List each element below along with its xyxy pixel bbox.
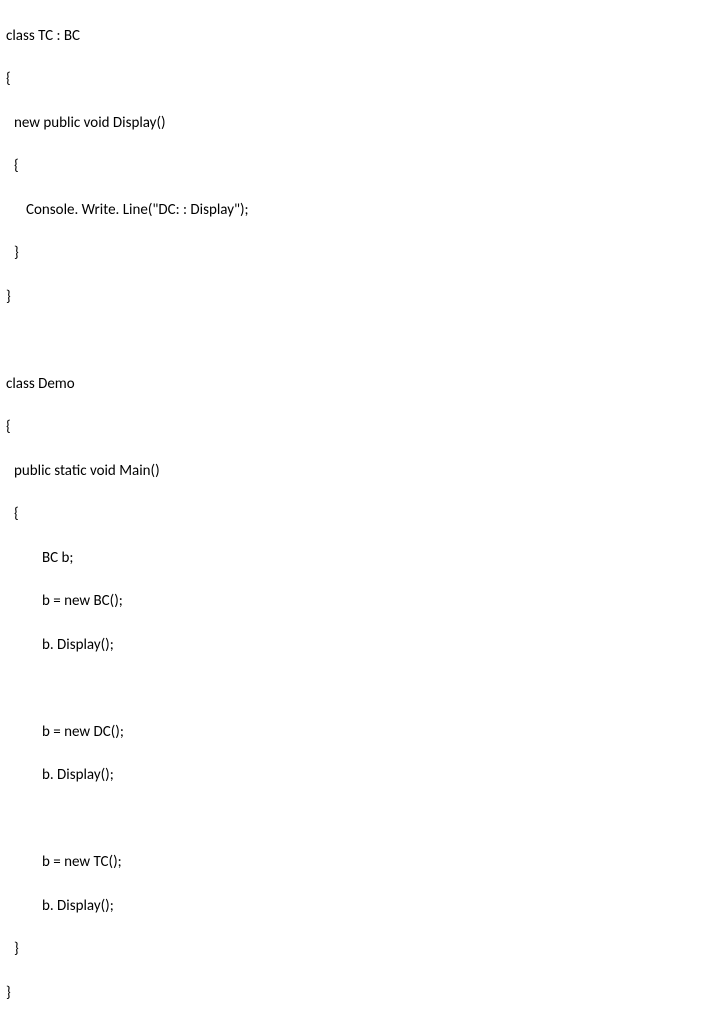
code-line: { (6, 156, 714, 178)
code-line: b = new BC(); (6, 591, 714, 613)
code-line: class TC : BC (6, 26, 714, 48)
blank-line (6, 678, 714, 700)
blank-line (6, 809, 714, 831)
code-line: } (6, 939, 714, 961)
code-line: Console. Write. Line("DC: : Display"); (6, 200, 714, 222)
code-line: b. Display(); (6, 635, 714, 657)
code-line: b = new TC(); (6, 852, 714, 874)
code-line: b. Display(); (6, 765, 714, 787)
code-line: new public void Display() (6, 113, 714, 135)
code-line: } (6, 243, 714, 265)
code-listing: class TC : BC { new public void Display(… (0, 0, 720, 1026)
code-line: b = new DC(); (6, 722, 714, 744)
code-line: { (6, 504, 714, 526)
code-line: { (6, 417, 714, 439)
code-line: } (6, 983, 714, 1005)
code-line: class Demo (6, 374, 714, 396)
code-line: BC b; (6, 548, 714, 570)
code-line: } (6, 287, 714, 309)
blank-line (6, 330, 714, 352)
code-line: b. Display(); (6, 896, 714, 918)
code-line: public static void Main() (6, 461, 714, 483)
code-line: { (6, 69, 714, 91)
